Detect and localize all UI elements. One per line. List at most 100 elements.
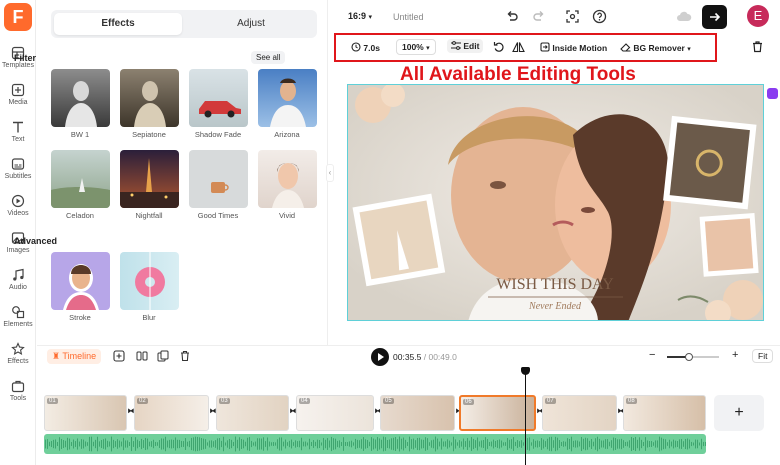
city-image — [120, 158, 179, 208]
bg-remover-label: BG Remover — [633, 43, 685, 53]
collapse-panel-handle[interactable]: ‹ — [326, 164, 334, 182]
filter-label: BW 1 — [70, 130, 90, 139]
filter-heading: Filter — [14, 53, 37, 63]
timeline-clip[interactable]: 08 — [623, 395, 706, 431]
screenshot-icon[interactable] — [565, 9, 580, 24]
rotate-icon[interactable] — [493, 41, 505, 53]
filter-thumb-celadon[interactable] — [51, 150, 110, 208]
car-image — [199, 101, 241, 118]
zoom-out-button[interactable]: − — [649, 349, 655, 361]
rail-media[interactable]: Media — [0, 83, 36, 106]
fit-button[interactable]: Fit — [752, 349, 774, 363]
rail-label: Images — [6, 247, 30, 254]
timeline-clip[interactable]: 02 — [134, 395, 209, 431]
playhead-handle[interactable] — [521, 367, 530, 375]
tools-icon — [11, 380, 25, 393]
rail-label: Media — [8, 99, 28, 106]
duplicate-icon[interactable] — [157, 350, 169, 362]
help-icon[interactable] — [592, 9, 607, 24]
landscape-image — [51, 178, 110, 208]
clip-number: 03 — [219, 398, 230, 404]
edit-button[interactable]: Edit — [447, 39, 484, 53]
filter-thumb-shadow-fade[interactable] — [189, 69, 248, 127]
filter-label: Nightfall — [135, 211, 163, 220]
effects-icon — [11, 342, 25, 355]
waveform — [45, 436, 706, 452]
clip-number: 07 — [545, 398, 556, 404]
filter-label: Shadow Fade — [194, 130, 242, 139]
eraser-icon — [620, 43, 631, 52]
inside-motion-button[interactable]: Inside Motion — [540, 42, 607, 53]
chevron-down-icon: ▾ — [368, 14, 373, 21]
zoom-value: 100% — [402, 42, 424, 52]
canvas-subline: Never Ended — [528, 301, 582, 312]
filter-label: Vivid — [278, 211, 296, 220]
zoom-slider-track[interactable] — [667, 353, 719, 361]
timeline-clip[interactable]: 04 — [296, 395, 374, 431]
clip-number: 08 — [626, 398, 637, 404]
rail-elements[interactable]: Elements — [0, 305, 36, 328]
export-button[interactable] — [702, 5, 727, 29]
chevron-down-icon: ▾ — [687, 46, 691, 53]
advanced-heading: Advanced — [14, 236, 58, 246]
avatar[interactable]: E — [747, 5, 769, 27]
portrait-image — [270, 78, 306, 127]
timeline-clip[interactable]: 07 — [542, 395, 617, 431]
filter-label: Sepiatone — [132, 130, 166, 139]
undo-icon[interactable] — [505, 10, 519, 24]
rail-audio[interactable]: Audio — [0, 268, 36, 291]
clip-number: 05 — [383, 398, 394, 404]
video-canvas[interactable]: WISH THIS DAY Never Ended — [347, 84, 764, 321]
chevron-down-icon: ▾ — [426, 45, 430, 52]
filter-thumb-good-times[interactable] — [189, 150, 248, 208]
motion-icon — [540, 42, 550, 52]
app-logo[interactable]: F — [4, 3, 32, 31]
timeline-clip[interactable]: 03 — [216, 395, 289, 431]
filter-thumb-arizona[interactable] — [258, 69, 317, 127]
rail-subtitles[interactable]: Subtitles — [0, 157, 36, 180]
timeline-toggle[interactable]: ♜ Timeline — [47, 349, 102, 364]
rail-tools[interactable]: Tools — [0, 379, 36, 402]
timeline-clip[interactable]: 05 — [380, 395, 455, 431]
filter-thumb-vivid[interactable] — [258, 150, 317, 208]
effect-thumb-blur[interactable] — [120, 252, 179, 310]
zoom-in-button[interactable]: + — [732, 349, 738, 361]
redo-icon[interactable] — [532, 10, 546, 24]
audio-track[interactable] — [44, 434, 706, 454]
split-icon[interactable] — [136, 350, 148, 362]
subtitles-icon — [11, 158, 25, 170]
play-button[interactable] — [371, 348, 389, 366]
flip-icon[interactable] — [512, 41, 525, 53]
filter-thumb-sepiatone[interactable] — [120, 69, 179, 127]
trash-icon[interactable] — [751, 40, 764, 53]
puzzle-icon[interactable] — [767, 88, 778, 99]
rail-effects[interactable]: Effects — [0, 342, 36, 365]
add-clip-icon[interactable] — [113, 350, 125, 362]
canvas-headline: WISH THIS DAY — [496, 276, 614, 293]
filter-thumb-nightfall[interactable] — [120, 150, 179, 208]
project-title[interactable]: Untitled — [393, 12, 424, 22]
add-media-button[interactable]: + — [714, 395, 764, 431]
tab-effects[interactable]: Effects — [54, 13, 182, 35]
duration-button[interactable]: 7.0s — [351, 42, 380, 53]
tab-adjust[interactable]: Adjust — [187, 13, 315, 35]
timeline-icon: ♜ — [52, 351, 63, 361]
see-all-button[interactable]: See all — [251, 51, 286, 64]
bg-remover-button[interactable]: BG Remover ▾ — [620, 42, 691, 53]
panel-tabs: Effects Adjust — [51, 10, 317, 38]
portrait-image — [134, 81, 166, 127]
rail-text[interactable]: Text — [0, 120, 36, 143]
play-icon — [378, 353, 384, 361]
timeline-clip[interactable]: 01 — [44, 395, 127, 431]
cloud-icon[interactable] — [676, 10, 692, 24]
rail-videos[interactable]: Videos — [0, 194, 36, 217]
clip-number: 04 — [299, 398, 310, 404]
effect-thumb-stroke[interactable] — [51, 252, 110, 310]
delete-clip-icon[interactable] — [179, 350, 191, 362]
zoom-slider-knob[interactable] — [685, 353, 693, 361]
playhead[interactable] — [525, 369, 526, 465]
filter-thumb-bw1[interactable] — [51, 69, 110, 127]
rail-label: Subtitles — [4, 173, 32, 180]
aspect-ratio-select[interactable]: 16:9 ▾ — [348, 11, 372, 21]
zoom-select[interactable]: 100% ▾ — [396, 39, 436, 55]
